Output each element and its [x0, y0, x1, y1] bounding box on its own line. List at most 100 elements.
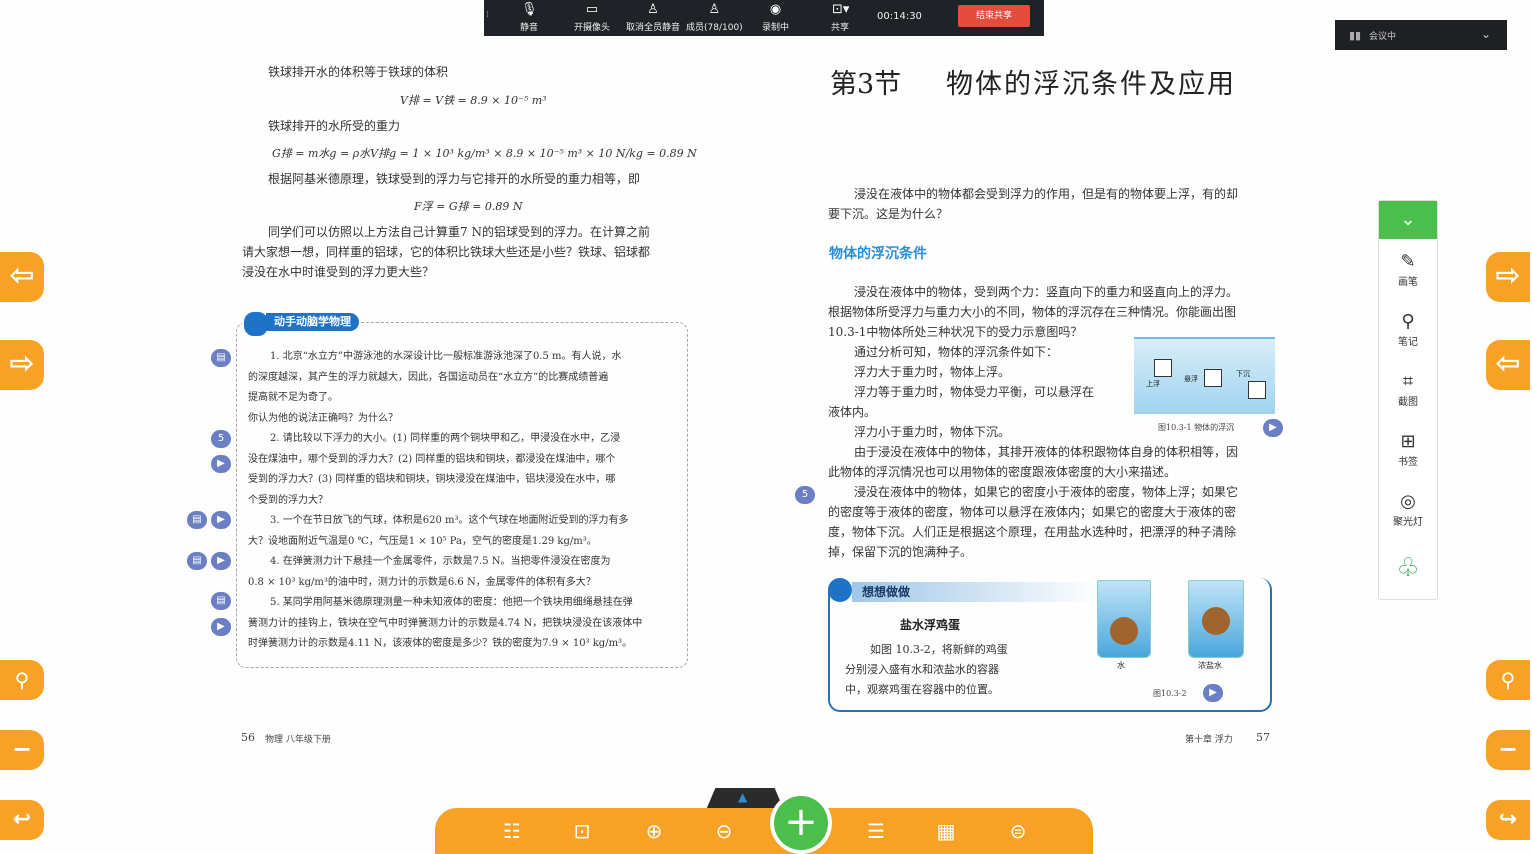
bookmark-tool[interactable]: ⊞ 书签: [1379, 431, 1437, 468]
search-right-button[interactable]: ⚲: [1486, 660, 1530, 700]
meeting-status[interactable]: ▮▮ 会议中 ⌄: [1335, 20, 1507, 50]
expand-tab[interactable]: ▲: [706, 788, 784, 810]
crop-icon: ⌗: [1402, 371, 1414, 392]
collapse-tools-button[interactable]: ⌄: [1379, 201, 1437, 239]
video-icon[interactable]: ▶: [211, 552, 231, 570]
label-up: 上浮: [1146, 380, 1160, 388]
label-down: 下沉: [1236, 370, 1250, 378]
zoom-out-side-button[interactable]: −: [0, 730, 44, 770]
meeting-timer: 00:14:30: [877, 11, 922, 22]
search-button[interactable]: ⚲: [0, 660, 44, 700]
prev-page-right-button[interactable]: ⇦: [1486, 340, 1530, 390]
grid-icon[interactable]: ▦: [933, 818, 959, 844]
exercise-line: 1. 北京“水立方”中游泳池的水深设计比一般标准游泳池深了0.5 m。有人说，水: [270, 351, 622, 362]
redo-button[interactable]: ↪: [1486, 800, 1530, 840]
members-icon: ♙: [708, 2, 721, 17]
html5-icon[interactable]: 5: [211, 430, 231, 448]
body-line: 浸没在液体中的物体，如果它的密度小于液体的密度，物体上浮；如果它: [854, 485, 1239, 499]
return-icon: ↩: [12, 807, 32, 832]
exercise-line: 5. 某同学用阿基米德原理测量一种未知液体的密度：他把一个铁块用细绳悬挂在弹: [270, 597, 633, 608]
exercise-box-title: 动手动脑学物理: [266, 313, 359, 331]
app-logo-icon: ♧: [1396, 553, 1420, 583]
next-page-right-button[interactable]: ⇨: [1486, 252, 1530, 302]
section-title: 物体的浮沉条件及应用: [946, 69, 1236, 100]
spotlight-icon: ◎: [1400, 491, 1416, 512]
body-line: 由于浸没在液体中的物体，其排开液体的体积跟物体自身的体积相等，因: [854, 445, 1239, 459]
video-icon[interactable]: ▶: [1263, 419, 1283, 437]
back-button[interactable]: ↩: [0, 800, 44, 840]
pen-tool[interactable]: ✎ 画笔: [1379, 251, 1437, 288]
folder-icon[interactable]: ▤: [211, 349, 231, 367]
body-line: 的密度等于液体的密度，物体可以悬浮在液体内；如果它的密度大于液体的密: [828, 505, 1237, 519]
wrench-icon: [828, 578, 852, 602]
note-tool[interactable]: ⚲ 笔记: [1379, 311, 1437, 348]
end-share-button[interactable]: 结束共享: [958, 5, 1030, 27]
unmute-all-button[interactable]: ♙ 取消全员静音: [626, 2, 680, 33]
exercise-line: 4. 在弹簧测力计下悬挂一个金属零件，示数是7.5 N。当把零件浸没在密度为: [270, 556, 611, 567]
intro-line-2: 要下沉。这是为什么？: [828, 207, 949, 221]
prev-page-button[interactable]: ⇦: [0, 252, 44, 302]
chevron-up-icon: ▲: [738, 790, 748, 804]
add-button[interactable]: +: [774, 796, 828, 850]
exercise-line: 没在煤油中，哪个受到的浮力大？(2) 同样重的铝块和铜块，都浸没在煤油中，哪个: [248, 453, 616, 465]
meeting-status-label: 会议中: [1369, 32, 1397, 42]
exercise-line: 0.8 × 10³ kg/m³的油中时，测力计的示数是6.6 N，金属零件的体积…: [248, 576, 596, 588]
exercise-line: 提高就不足为奇了。: [248, 392, 338, 403]
exercise-list: 1. 北京“水立方”中游泳池的水深设计比一般标准游泳池深了0.5 m。有人说，水…: [248, 347, 680, 655]
body-line: 此物体的浮沉情况也可以用物体的密度跟液体密度的大小来描述。: [828, 465, 1177, 479]
exercise-line: 个受到的浮力大？: [248, 494, 328, 506]
exercise-line: 受到的浮力大？(3) 同样重的铝块和铜块，铜块浸没在煤油中，铝块浸没在水中，哪: [248, 474, 616, 485]
activity-subtitle: 盐水浮鸡蛋: [900, 618, 961, 632]
pin-icon: ⚲: [1401, 311, 1415, 332]
video-icon[interactable]: ▶: [1203, 684, 1223, 702]
share-icon: ⊡▾: [832, 2, 850, 17]
folder-icon[interactable]: ▤: [187, 511, 207, 529]
video-icon[interactable]: ▶: [211, 455, 231, 473]
chevron-down-icon[interactable]: ⌄: [1481, 27, 1491, 41]
left-paragraph-4a: 同学们可以仿照以上方法自己计算重7 N的铝球受到的浮力。在计算之前: [268, 225, 650, 239]
activity-line-3: 中，观察鸡蛋在容器中的位置。: [845, 683, 999, 696]
bottom-toolbar: ☷ ⊡ ⊕ ⊖ ☰ ▦ ⊜: [435, 808, 1093, 854]
folder-icon[interactable]: ▤: [187, 552, 207, 570]
record-icon: ◉: [769, 2, 782, 17]
record-button[interactable]: ◉ 录制中: [762, 2, 789, 33]
body-line: 浸没在液体中的物体，受到两个力：竖直向下的重力和竖直向上的浮力。: [854, 285, 1239, 299]
arrow-left-icon: ⇦: [9, 258, 35, 293]
html5-icon[interactable]: 5: [795, 486, 815, 504]
search-icon: ⚲: [1500, 668, 1516, 692]
egg-icon: [1110, 617, 1138, 645]
screenshot-tool[interactable]: ⌗ 截图: [1379, 371, 1437, 408]
logo-button[interactable]: ♧: [1379, 551, 1437, 585]
share-button[interactable]: ⊡▾ 共享: [831, 2, 849, 33]
board-icon[interactable]: ⊡: [569, 818, 595, 844]
zoom-out-right-button[interactable]: −: [1486, 730, 1530, 770]
drag-handle-icon[interactable]: ⁞: [486, 10, 489, 20]
zoom-in-icon[interactable]: ⊕: [641, 818, 667, 844]
mute-button[interactable]: 🎙 静音: [520, 2, 538, 33]
exercise-line: 3. 一个在节日放飞的气球，体积是620 m³。这个气球在地面附近受到的浮力有多: [270, 515, 629, 526]
beaker-water: [1097, 580, 1151, 658]
minus-icon: −: [1497, 735, 1519, 763]
left-paragraph-3: 根据阿基米德原理，铁球受到的浮力与它排开的水所受的重力相等，即: [268, 172, 641, 186]
camera-button[interactable]: ▭ 开摄像头: [574, 2, 610, 33]
box-sink-icon: [1248, 381, 1266, 399]
activity-line-2: 分别浸入盛有水和浓盐水的容器: [845, 663, 999, 676]
spotlight-tool[interactable]: ◎ 聚光灯: [1379, 491, 1437, 528]
menu-icon[interactable]: ⊜: [1005, 818, 1031, 844]
folder-icon[interactable]: ▤: [211, 592, 231, 610]
left-page-footer: 物理 八年级下册: [265, 735, 331, 745]
video-icon[interactable]: ▶: [211, 511, 231, 529]
left-paragraph-4b: 请大家想一想，同样重的铝球，它的体积比铁球大些还是小些？铁球、铝球都: [242, 245, 651, 259]
zoom-out-icon[interactable]: ⊖: [711, 818, 737, 844]
video-icon[interactable]: ▶: [211, 618, 231, 636]
arrow-left-icon: ⇦: [1495, 346, 1521, 381]
exercise-line: 大？设地面附近气温是0 ℃，气压是1 × 10⁵ Pa，空气的密度是1.29 k…: [248, 535, 597, 547]
left-paragraph-1: 铁球排开水的体积等于铁球的体积: [268, 65, 449, 79]
equation-2: G排 = m水g = ρ水V排g = 1 × 10³ kg/m³ × 8.9 ×…: [272, 147, 697, 160]
arrow-right-icon: ⇨: [1495, 258, 1521, 293]
intro-line-1: 浸没在液体中的物体都会受到浮力的作用，但是有的物体要上浮，有的却: [854, 187, 1239, 201]
list-icon[interactable]: ☰: [863, 818, 889, 844]
settings-icon[interactable]: ☷: [499, 818, 525, 844]
next-page-button[interactable]: ⇨: [0, 340, 44, 390]
members-button[interactable]: ♙ 成员(78/100): [686, 2, 743, 33]
